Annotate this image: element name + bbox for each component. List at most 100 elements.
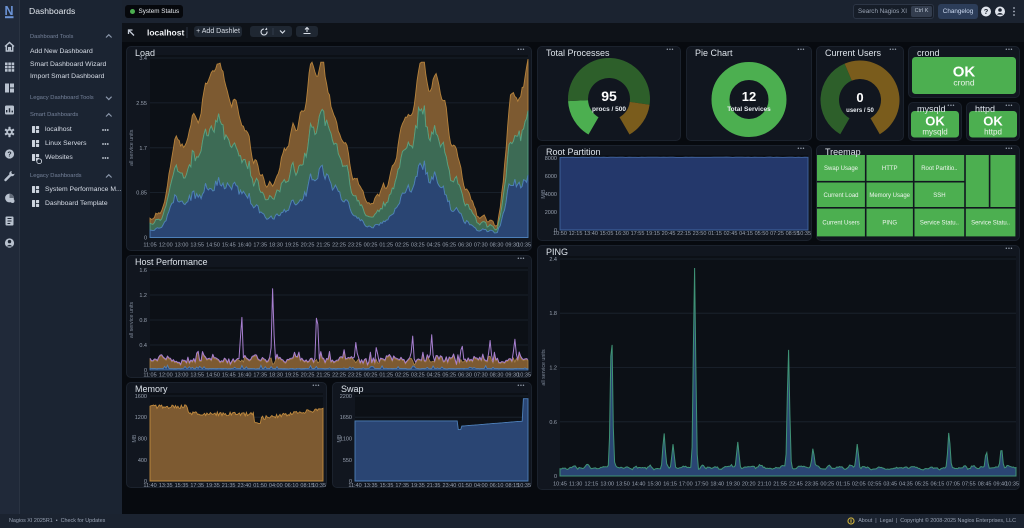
svg-text:19:35: 19:35 xyxy=(411,483,425,489)
svg-text:23:50: 23:50 xyxy=(693,231,707,237)
svg-text:05:25: 05:25 xyxy=(915,482,929,488)
svg-text:0.6: 0.6 xyxy=(549,420,557,426)
svg-text:22:25: 22:25 xyxy=(332,243,346,249)
svg-text:13:35: 13:35 xyxy=(364,483,378,489)
svg-text:06:10: 06:10 xyxy=(490,483,504,489)
svg-text:02:55: 02:55 xyxy=(868,482,882,488)
svg-text:23:25: 23:25 xyxy=(348,373,362,379)
svg-text:20:25: 20:25 xyxy=(301,373,315,379)
svg-text:14:50: 14:50 xyxy=(206,243,220,249)
svg-text:httpd: httpd xyxy=(984,127,1002,136)
svg-text:0.85: 0.85 xyxy=(136,191,147,197)
svg-text:19:25: 19:25 xyxy=(285,373,299,379)
svg-text:06:15: 06:15 xyxy=(931,482,945,488)
svg-text:22:45: 22:45 xyxy=(789,482,803,488)
svg-text:crond: crond xyxy=(953,78,975,88)
svg-text:0: 0 xyxy=(856,90,863,105)
svg-text:06:30: 06:30 xyxy=(458,243,472,249)
svg-text:2000: 2000 xyxy=(545,210,557,216)
svg-text:03:25: 03:25 xyxy=(411,373,425,379)
svg-text:10:35: 10:35 xyxy=(517,483,531,489)
svg-text:8000: 8000 xyxy=(545,156,557,162)
svg-text:15:05: 15:05 xyxy=(600,231,614,237)
svg-text:11:30: 11:30 xyxy=(569,482,582,488)
svg-text:1.8: 1.8 xyxy=(549,311,557,317)
svg-text:20:45: 20:45 xyxy=(662,231,676,237)
svg-text:11:05: 11:05 xyxy=(143,373,156,379)
svg-text:17:35: 17:35 xyxy=(253,373,267,379)
svg-text:all service units: all service units xyxy=(129,302,135,339)
svg-text:PING: PING xyxy=(882,221,897,227)
svg-text:13:55: 13:55 xyxy=(190,243,204,249)
svg-text:01:15: 01:15 xyxy=(708,231,722,237)
svg-text:Root Partitio..: Root Partitio.. xyxy=(921,166,958,172)
svg-text:1.6: 1.6 xyxy=(139,268,147,274)
svg-text:Service Statu..: Service Statu.. xyxy=(920,221,959,227)
svg-text:18:40: 18:40 xyxy=(710,482,724,488)
svg-text:21:55: 21:55 xyxy=(773,482,787,488)
svg-text:20:20: 20:20 xyxy=(742,482,756,488)
svg-text:users / 50: users / 50 xyxy=(846,108,874,114)
svg-text:16:30: 16:30 xyxy=(615,231,629,237)
svg-text:11:40: 11:40 xyxy=(143,483,156,489)
svg-text:19:35: 19:35 xyxy=(206,483,220,489)
svg-text:0: 0 xyxy=(554,474,557,480)
svg-text:0.4: 0.4 xyxy=(139,343,147,349)
svg-text:17:35: 17:35 xyxy=(395,483,409,489)
svg-text:17:00: 17:00 xyxy=(679,482,693,488)
svg-text:03:45: 03:45 xyxy=(883,482,897,488)
svg-text:10:45: 10:45 xyxy=(553,482,567,488)
svg-text:800: 800 xyxy=(138,437,147,443)
svg-text:2.55: 2.55 xyxy=(136,101,147,107)
svg-text:N: N xyxy=(5,4,14,18)
svg-text:21:25: 21:25 xyxy=(316,243,330,249)
svg-text:04:00: 04:00 xyxy=(269,483,283,489)
svg-text:all service units: all service units xyxy=(129,129,135,166)
svg-text:all service units: all service units xyxy=(541,349,547,386)
svg-text:95: 95 xyxy=(601,88,617,104)
svg-text:17:50: 17:50 xyxy=(695,482,709,488)
svg-text:0.8: 0.8 xyxy=(139,318,147,324)
svg-text:04:25: 04:25 xyxy=(427,373,441,379)
svg-text:10:50: 10:50 xyxy=(553,231,567,237)
svg-text:21:35: 21:35 xyxy=(427,483,441,489)
svg-text:15:35: 15:35 xyxy=(175,483,189,489)
svg-text:19:25: 19:25 xyxy=(285,243,299,249)
svg-text:08:45: 08:45 xyxy=(978,482,992,488)
svg-text:13:00: 13:00 xyxy=(600,482,614,488)
svg-text:1.7: 1.7 xyxy=(139,146,147,152)
svg-text:07:30: 07:30 xyxy=(474,373,488,379)
svg-text:Current Users: Current Users xyxy=(822,221,859,227)
svg-text:10:35: 10:35 xyxy=(797,231,811,237)
svg-text:06:10: 06:10 xyxy=(285,483,299,489)
svg-text:22:15: 22:15 xyxy=(677,231,691,237)
svg-text:10:35: 10:35 xyxy=(1005,482,1019,488)
svg-text:12:15: 12:15 xyxy=(569,231,583,237)
svg-text:01:50: 01:50 xyxy=(253,483,267,489)
svg-text:06:30: 06:30 xyxy=(458,373,472,379)
svg-text:02:45: 02:45 xyxy=(724,231,738,237)
svg-text:07:55: 07:55 xyxy=(962,482,976,488)
svg-text:MB: MB xyxy=(337,434,343,442)
svg-text:2200: 2200 xyxy=(340,394,352,400)
svg-text:550: 550 xyxy=(343,458,352,464)
svg-text:SSH: SSH xyxy=(933,193,945,199)
svg-text:14:40: 14:40 xyxy=(632,482,646,488)
svg-text:Current Load: Current Load xyxy=(823,193,858,199)
svg-text:21:35: 21:35 xyxy=(222,483,236,489)
svg-text:19:15: 19:15 xyxy=(646,231,660,237)
svg-text:400: 400 xyxy=(138,458,147,464)
svg-text:10:35: 10:35 xyxy=(312,483,326,489)
svg-text:0: 0 xyxy=(144,236,147,242)
svg-text:16:40: 16:40 xyxy=(238,373,252,379)
svg-text:02:25: 02:25 xyxy=(395,243,409,249)
svg-text:12: 12 xyxy=(742,89,756,104)
svg-text:03:25: 03:25 xyxy=(411,243,425,249)
svg-text:04:25: 04:25 xyxy=(427,243,441,249)
svg-text:12:15: 12:15 xyxy=(585,482,599,488)
svg-text:15:30: 15:30 xyxy=(647,482,661,488)
svg-text:Total Services: Total Services xyxy=(727,106,771,113)
svg-text:05:50: 05:50 xyxy=(755,231,769,237)
svg-text:17:55: 17:55 xyxy=(631,231,645,237)
svg-text:23:40: 23:40 xyxy=(238,483,252,489)
